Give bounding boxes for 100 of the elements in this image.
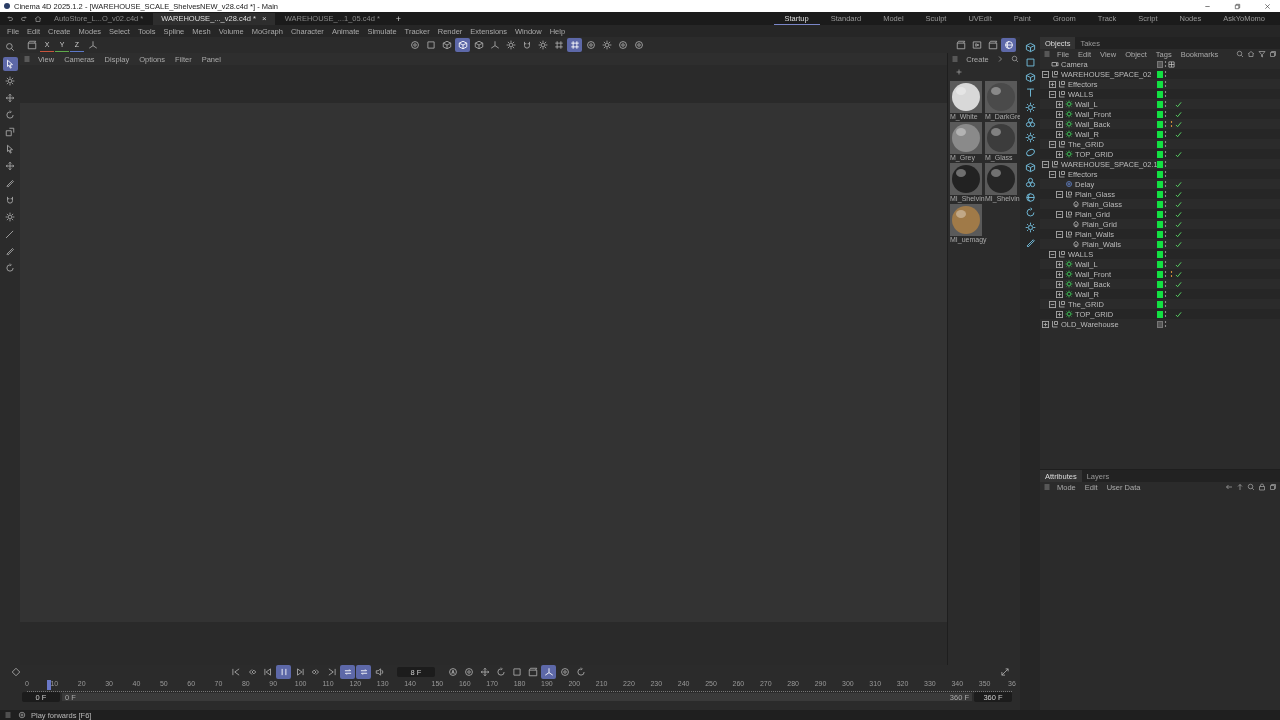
check-icon[interactable] xyxy=(1175,130,1183,138)
gear-icon[interactable] xyxy=(1024,102,1036,113)
check-icon[interactable] xyxy=(1175,220,1183,228)
visibility-swatch[interactable] xyxy=(1157,110,1163,118)
restore-icon[interactable] xyxy=(1269,50,1277,58)
check-icon[interactable] xyxy=(1175,150,1183,158)
expand-toggle[interactable] xyxy=(1056,150,1063,158)
visibility-swatch[interactable] xyxy=(1157,70,1163,78)
expand-toggle[interactable] xyxy=(1056,260,1063,268)
expand-toggle[interactable] xyxy=(1056,100,1063,108)
expand-toggle[interactable] xyxy=(1042,320,1049,328)
text-icon[interactable] xyxy=(1024,87,1036,98)
check-icon[interactable] xyxy=(1175,120,1183,128)
collapse-toggle[interactable] xyxy=(1049,250,1056,258)
visibility-swatch[interactable] xyxy=(1157,300,1163,308)
square-icon[interactable] xyxy=(1024,57,1036,68)
check-icon[interactable] xyxy=(1175,210,1183,218)
check-icon[interactable] xyxy=(1175,260,1183,268)
visibility-swatch[interactable] xyxy=(1157,100,1163,108)
expand-toggle[interactable] xyxy=(1049,80,1056,88)
visibility-swatch[interactable] xyxy=(1157,310,1163,318)
visibility-swatch[interactable] xyxy=(1157,290,1163,298)
cube-tool-button[interactable] xyxy=(455,38,470,52)
collapse-toggle[interactable] xyxy=(1049,140,1056,148)
back-icon[interactable] xyxy=(6,14,14,23)
check-icon[interactable] xyxy=(1175,290,1183,298)
filter-icon[interactable] xyxy=(1258,50,1266,58)
visibility-swatch[interactable] xyxy=(1157,240,1163,248)
visibility-swatch[interactable] xyxy=(1157,230,1163,238)
sphere-tool-button[interactable] xyxy=(1001,38,1016,52)
check-icon[interactable] xyxy=(1175,190,1183,198)
visibility-swatch[interactable] xyxy=(1157,320,1163,328)
cursor-tool-button[interactable] xyxy=(2,57,18,71)
arrow-icon[interactable] xyxy=(1225,483,1233,491)
collapse-toggle[interactable] xyxy=(1056,210,1063,218)
visibility-swatch[interactable] xyxy=(1157,90,1163,98)
visibility-swatch[interactable] xyxy=(1157,250,1163,258)
visibility-swatch[interactable] xyxy=(1157,220,1163,228)
up-icon[interactable] xyxy=(1236,483,1244,491)
sphere-icon[interactable] xyxy=(1024,192,1036,203)
visibility-swatch[interactable] xyxy=(1157,180,1163,188)
loop-tool-button[interactable] xyxy=(340,665,355,679)
collapse-toggle[interactable] xyxy=(1049,170,1056,178)
rotate-icon[interactable] xyxy=(1024,207,1036,218)
check-icon[interactable] xyxy=(1175,230,1183,238)
visibility-swatch[interactable] xyxy=(1157,150,1163,158)
diamond-icon[interactable] xyxy=(10,667,21,677)
expand-toggle[interactable] xyxy=(1056,130,1063,138)
expand-toggle[interactable] xyxy=(1056,280,1063,288)
check-icon[interactable] xyxy=(1175,310,1183,318)
plus-icon[interactable] xyxy=(955,68,963,76)
search-icon[interactable] xyxy=(1011,55,1020,63)
visibility-swatch[interactable] xyxy=(1157,210,1163,218)
expand-toggle[interactable] xyxy=(1056,290,1063,298)
search-icon[interactable] xyxy=(1247,483,1255,491)
expand-toggle[interactable] xyxy=(1056,270,1063,278)
cluster-icon[interactable] xyxy=(1024,117,1036,128)
visibility-swatch[interactable] xyxy=(1157,200,1163,208)
collapse-toggle[interactable] xyxy=(1056,190,1063,198)
collapse-toggle[interactable] xyxy=(1049,300,1056,308)
visibility-swatch[interactable] xyxy=(1157,130,1163,138)
check-icon[interactable] xyxy=(1175,180,1183,188)
check-icon[interactable] xyxy=(1175,100,1183,108)
home-icon[interactable] xyxy=(34,14,42,23)
restore-icon[interactable] xyxy=(1233,2,1241,10)
visibility-swatch[interactable] xyxy=(1157,190,1163,198)
gear-icon[interactable] xyxy=(1024,132,1036,143)
expand-toggle[interactable] xyxy=(1056,310,1063,318)
visibility-swatch[interactable] xyxy=(1157,140,1163,148)
search-icon[interactable] xyxy=(1236,50,1244,58)
axis-icon[interactable] xyxy=(87,40,98,50)
restore-icon[interactable] xyxy=(1269,483,1277,491)
visibility-swatch[interactable] xyxy=(1157,270,1163,278)
collapse-toggle[interactable] xyxy=(1042,70,1049,78)
forward-icon[interactable] xyxy=(20,14,28,23)
pen-icon[interactable] xyxy=(1024,237,1036,248)
film-icon[interactable] xyxy=(26,40,37,50)
collapse-toggle[interactable] xyxy=(1042,160,1049,168)
visibility-swatch[interactable] xyxy=(1157,280,1163,288)
cube-icon[interactable] xyxy=(1024,72,1036,83)
lock-icon[interactable] xyxy=(1258,483,1266,491)
playhead[interactable] xyxy=(46,680,51,690)
collapse-toggle[interactable] xyxy=(1056,230,1063,238)
check-icon[interactable] xyxy=(1175,200,1183,208)
check-icon[interactable] xyxy=(1175,280,1183,288)
visibility-swatch[interactable] xyxy=(1157,260,1163,268)
expand-toggle[interactable] xyxy=(1056,110,1063,118)
visibility-swatch[interactable] xyxy=(1157,60,1163,68)
loop-tool-button[interactable] xyxy=(356,665,371,679)
gear-icon[interactable] xyxy=(1024,222,1036,233)
check-icon[interactable] xyxy=(1175,240,1183,248)
circle-icon[interactable] xyxy=(18,711,26,719)
cube-icon[interactable] xyxy=(1024,162,1036,173)
ring-icon[interactable] xyxy=(1024,147,1036,158)
check-icon[interactable] xyxy=(1175,270,1183,278)
cube-icon[interactable] xyxy=(1024,42,1036,53)
visibility-swatch[interactable] xyxy=(1157,170,1163,178)
cluster-icon[interactable] xyxy=(1024,177,1036,188)
collapse-toggle[interactable] xyxy=(1049,90,1056,98)
curve-icon[interactable] xyxy=(999,667,1010,677)
